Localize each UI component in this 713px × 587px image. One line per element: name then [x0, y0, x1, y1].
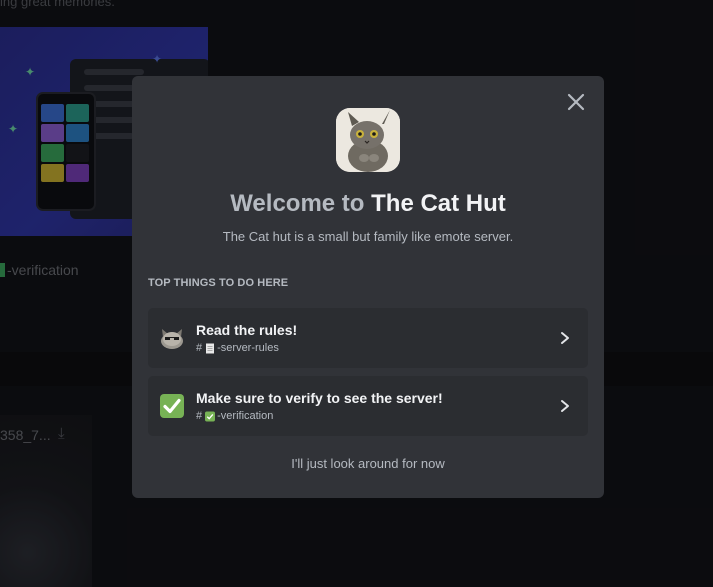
chevron-right-icon — [561, 400, 569, 412]
page-icon — [206, 343, 215, 353]
server-icon — [336, 108, 400, 172]
section-heading: TOP THINGS TO DO HERE — [148, 277, 289, 289]
cat-photo-icon — [336, 108, 400, 172]
todo-item-verify[interactable]: Make sure to verify to see the server! #… — [148, 376, 588, 436]
todo-item-channel: # -server-rules — [196, 342, 279, 354]
mini-check-icon — [205, 411, 216, 421]
welcome-title: Welcome to The Cat Hut — [230, 190, 506, 217]
check-mark-icon — [160, 394, 184, 418]
chevron-right-icon — [561, 332, 569, 344]
close-icon[interactable] — [564, 90, 588, 114]
skip-link[interactable]: I'll just look around for now — [132, 456, 604, 471]
cat-emoji-icon — [161, 329, 183, 349]
server-description: The Cat hut is a small but family like e… — [222, 229, 514, 244]
todo-item-label: Read the rules! — [196, 322, 298, 338]
todo-item-read-rules[interactable]: Read the rules! # -server-rules — [148, 308, 588, 368]
todo-item-label: Make sure to verify to see the server! — [196, 390, 443, 406]
server-name: The Cat Hut — [371, 190, 506, 217]
welcome-modal: Welcome to The Cat Hut The Cat hut is a … — [132, 76, 604, 498]
todo-item-channel: # -verification — [196, 410, 274, 422]
